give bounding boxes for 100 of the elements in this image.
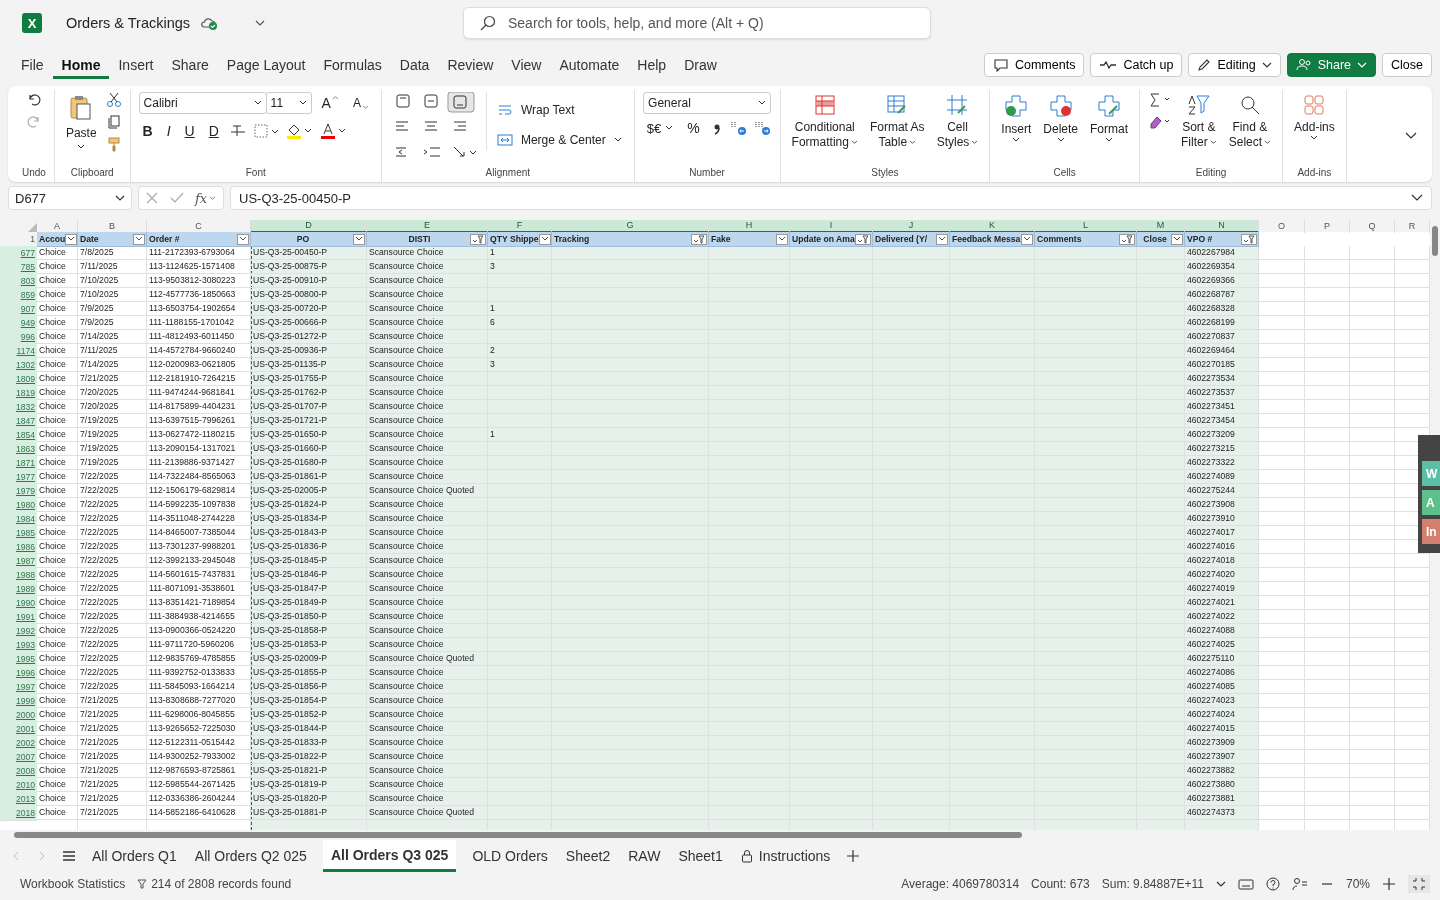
table-cell-text: Scansource Choice	[368, 386, 445, 399]
table-cell-text: 112-9876593-8725861	[148, 764, 237, 777]
table-cell-text: Choice	[38, 596, 67, 609]
table-cell-text: US-Q3-25-01755-P	[252, 372, 329, 385]
table-cell-text: Choice	[38, 666, 67, 679]
table-cell-text: 7/21/2025	[79, 792, 120, 805]
table-cell-text: 111-8071091-3538601	[148, 582, 236, 595]
table-cell-text: 7/21/2025	[79, 778, 120, 791]
records-found-text: 214 of 2808 records found	[151, 877, 292, 891]
table-cell-text: Scansource Choice	[368, 470, 445, 483]
table-cell-text: 113-8308688-7277020	[148, 694, 237, 707]
table-cell-text: US-Q3-25-01852-P	[252, 708, 329, 721]
table-cell-text: 114-8465007-7385044	[148, 526, 237, 539]
table-cell-text: 7/22/2025	[79, 540, 120, 553]
table-cell-text: Choice	[38, 498, 67, 511]
table-cell-text: 4602270185	[1186, 358, 1236, 371]
table-cell-text: 4602274089	[1186, 470, 1236, 483]
column-title: Comments	[1037, 234, 1083, 244]
table-cell-text: 111-2172393-6793064	[148, 246, 236, 259]
table-cell-text: 4602274018	[1186, 554, 1236, 567]
table-cell-text: 4602273322	[1186, 456, 1236, 469]
table-cell-text: Choice	[38, 358, 67, 371]
table-cell-text: Choice	[38, 778, 67, 791]
group-label: Cells	[1053, 167, 1076, 180]
table-cell-text: 4602273907	[1186, 750, 1236, 763]
table-cell-text: 7/22/2025	[79, 624, 120, 637]
table-cell-text: 7/22/2025	[79, 582, 120, 595]
group-label: Number	[689, 167, 725, 180]
table-cell-text: Choice	[38, 316, 67, 329]
table-cell-text: 7/21/2025	[79, 372, 120, 385]
table-cell-text: Choice	[38, 638, 67, 651]
table-cell-text: 112-5122311-0515442	[148, 736, 236, 749]
table-cell-text: US-Q3-25-01721-P	[252, 414, 329, 427]
table-cell-text: 7/21/2025	[79, 708, 120, 721]
group-label: Font	[245, 167, 266, 180]
table-cell-text: Scansource Choice	[368, 778, 445, 791]
table-cell-text: 3	[489, 358, 496, 371]
table-cell-text: 7/21/2025	[79, 694, 120, 707]
table-cell-text: 7/22/2025	[79, 568, 120, 581]
table-cell-text: 4602275244	[1186, 484, 1236, 497]
table-cell-text: 4602274020	[1186, 568, 1236, 581]
table-cell-text: US-Q3-25-01272-P	[252, 330, 329, 343]
table-cell-text: 114-3511048-2744228	[148, 512, 236, 525]
table-cell-text: Scansource Choice	[368, 400, 445, 413]
column-title: PO	[295, 234, 311, 244]
table-cell-text: US-Q3-25-01834-P	[252, 512, 329, 525]
table-cell-text: 7/20/2025	[79, 400, 120, 413]
table-cell-text: 111-2139886-9371427	[148, 456, 236, 469]
table-cell-text: 4602274085	[1186, 680, 1236, 693]
table-cell-text: 1	[489, 246, 496, 259]
column-title: Tracking	[554, 234, 591, 244]
table-cell-text: US-Q3-25-01660-P	[252, 442, 329, 455]
table-cell-text: 112-4577736-1850663	[148, 288, 237, 301]
sum-text: Sum: 9.84887E+11	[1101, 877, 1204, 891]
table-cell-text: Choice	[38, 540, 67, 553]
table-cell-text: 7/21/2025	[79, 750, 120, 763]
table-cell-text: 4602273454	[1186, 414, 1236, 427]
table-cell-text: US-Q3-25-01836-P	[252, 540, 329, 553]
table-cell-text: Choice	[38, 694, 67, 707]
table-cell-text: 7/10/2025	[79, 274, 120, 287]
table-cell-text: Scansource Choice	[368, 274, 445, 287]
table-cell-text: 7/22/2025	[79, 526, 120, 539]
table-cell-text: 112-9835769-4785855	[148, 652, 237, 665]
group-label: Add-ins	[1297, 167, 1332, 180]
table-cell-text: US-Q3-25-00936-P	[252, 344, 329, 357]
table-cell-text: US-Q3-25-01819-P	[252, 778, 329, 791]
table-cell-text: 7/22/2025	[79, 554, 120, 567]
table-cell-text: Choice	[38, 736, 67, 749]
table-cell-text: Scansource Choice	[368, 316, 445, 329]
table-cell-text: 7/21/2025	[79, 736, 120, 749]
table-cell-text: Choice	[38, 456, 67, 469]
table-cell-text: US-Q3-25-01762-P	[252, 386, 329, 399]
table-cell-text: 7/21/2025	[79, 764, 120, 777]
table-cell-text: 7/19/2025	[79, 414, 120, 427]
table-cell-text: US-Q3-25-00875-P	[252, 260, 329, 273]
table-cell-text: 7/22/2025	[79, 596, 120, 609]
table-cell-text: Choice	[38, 652, 67, 665]
table-cell-text: US-Q3-25-00720-P	[252, 302, 329, 315]
table-cell-text: US-Q3-25-01847-P	[252, 582, 329, 595]
column-title: Fake	[711, 234, 732, 244]
table-cell-text: Choice	[38, 442, 67, 455]
table-cell-text: Scansource Choice	[368, 596, 445, 609]
table-cell-text: Scansource Choice	[368, 246, 445, 259]
table-cell-text: 111-9474244-9681841	[148, 386, 236, 399]
table-cell-text: Choice	[38, 680, 67, 693]
table-cell-text: Scansource Choice	[368, 540, 445, 553]
column-title: QTY Shippe	[490, 234, 539, 244]
table-cell-text: Scansource Choice	[368, 554, 445, 567]
table-cell-text: 7/22/2025	[79, 680, 120, 693]
table-cell-text: 114-4572784-9660240	[148, 344, 237, 357]
table-cell-text: 7/22/2025	[79, 610, 120, 623]
table-cell-text: US-Q3-25-01861-P	[252, 470, 329, 483]
table-cell-text: 114-8175899-4404231	[148, 400, 237, 413]
table-cell-text: 7/19/2025	[79, 428, 120, 441]
group-label: Undo	[22, 167, 46, 180]
table-cell-text: Scansource Choice	[368, 512, 445, 525]
group-label: Styles	[871, 167, 899, 180]
table-cell-text: 4602273910	[1186, 512, 1236, 525]
table-cell-text: US-Q3-25-00800-P	[252, 288, 329, 301]
table-cell-text: Scansource Choice	[368, 582, 445, 595]
